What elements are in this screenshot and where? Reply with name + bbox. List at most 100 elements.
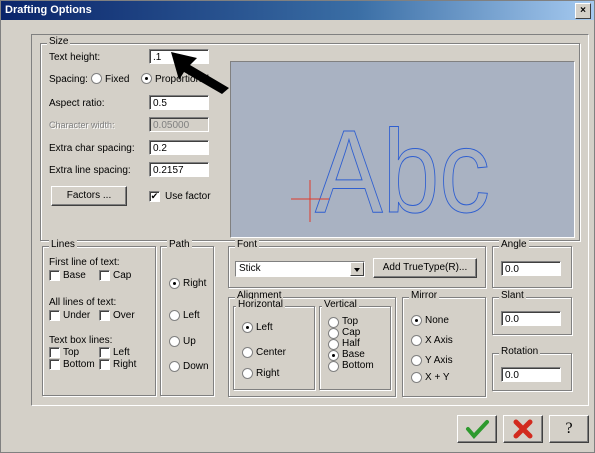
font-group: Font Stick Add TrueType(R)...	[228, 239, 486, 288]
path-down-radio[interactable]	[169, 361, 180, 372]
slant-legend: Slant	[499, 290, 526, 301]
box-top-checkbox[interactable]	[49, 347, 60, 358]
mirror-none-label: None	[425, 315, 449, 326]
mirror-group: Mirror None X Axis Y Axis X + Y	[402, 290, 486, 397]
first-cap-checkbox[interactable]	[99, 270, 110, 281]
use-factor-checkbox[interactable]: ✔	[149, 191, 160, 202]
mirror-xy-label: X + Y	[425, 372, 450, 383]
horizontal-group: Horizontal Left Center Right	[233, 299, 315, 390]
h-left-radio[interactable]	[242, 322, 253, 333]
ok-button[interactable]	[457, 415, 497, 443]
aspect-ratio-input[interactable]: 0.5	[149, 95, 209, 110]
extra-line-spacing-label: Extra line spacing:	[49, 165, 131, 176]
first-base-label: Base	[63, 270, 86, 281]
h-center-radio[interactable]	[242, 347, 253, 358]
add-truetype-button[interactable]: Add TrueType(R)...	[373, 258, 477, 278]
box-bottom-label: Bottom	[63, 359, 95, 370]
v-base-label: Base	[342, 349, 365, 360]
text-preview: Abc	[230, 61, 575, 239]
font-select[interactable]: Stick	[235, 261, 365, 277]
char-width-label: Character width:	[49, 120, 115, 130]
path-up-radio[interactable]	[169, 336, 180, 347]
angle-legend: Angle	[499, 239, 529, 250]
extra-char-spacing-label: Extra char spacing:	[49, 143, 135, 154]
path-down-label: Down	[183, 361, 209, 372]
aspect-ratio-label: Aspect ratio:	[49, 98, 105, 109]
horizontal-legend: Horizontal	[236, 299, 286, 310]
factors-button[interactable]: Factors ...	[51, 186, 127, 206]
path-up-label: Up	[183, 336, 196, 347]
mirror-xy-radio[interactable]	[411, 372, 422, 383]
extra-char-spacing-input[interactable]: 0.2	[149, 140, 209, 155]
over-label: Over	[113, 310, 135, 321]
path-right-radio[interactable]	[169, 278, 180, 289]
rotation-input[interactable]: 0.0	[501, 367, 561, 382]
use-factor-label: Use factor	[165, 191, 211, 202]
v-cap-radio[interactable]	[328, 328, 339, 339]
under-checkbox[interactable]	[49, 310, 60, 321]
angle-group: Angle 0.0	[492, 239, 572, 288]
check-icon	[466, 420, 489, 440]
box-right-checkbox[interactable]	[99, 359, 110, 370]
font-legend: Font	[235, 239, 260, 250]
first-line-label: First line of text:	[49, 257, 120, 268]
box-left-label: Left	[113, 347, 130, 358]
h-right-radio[interactable]	[242, 368, 253, 379]
close-button[interactable]: ×	[575, 3, 591, 19]
size-legend: Size	[47, 36, 71, 47]
extra-line-spacing-input[interactable]: 0.2157	[149, 162, 209, 177]
mirror-y-radio[interactable]	[411, 355, 422, 366]
cancel-button[interactable]	[503, 415, 543, 443]
path-group: Path Right Left Up Down	[160, 239, 214, 396]
path-left-radio[interactable]	[169, 310, 180, 321]
v-bottom-radio[interactable]	[328, 361, 339, 372]
close-icon: ×	[580, 5, 586, 16]
mirror-y-label: Y Axis	[425, 355, 453, 366]
path-left-label: Left	[183, 310, 200, 321]
mirror-x-radio[interactable]	[411, 335, 422, 346]
box-left-checkbox[interactable]	[99, 347, 110, 358]
mirror-x-label: X Axis	[425, 335, 453, 346]
box-top-label: Top	[63, 347, 80, 358]
drafting-options-dialog: Drafting Options × Size Text height: .1 …	[0, 0, 595, 453]
first-base-checkbox[interactable]	[49, 270, 60, 281]
preview-canvas: Abc	[291, 106, 491, 239]
chevron-down-icon[interactable]	[350, 262, 364, 276]
h-left-label: Left	[256, 322, 273, 333]
over-checkbox[interactable]	[99, 310, 110, 321]
text-box-lines-label: Text box lines:	[49, 335, 113, 346]
help-button[interactable]: ?	[549, 415, 589, 443]
vertical-group: Vertical Top Cap Half Base Bottom	[319, 299, 391, 390]
spacing-fixed-radio[interactable]	[91, 73, 102, 84]
v-base-radio[interactable]	[328, 350, 339, 361]
mirror-legend: Mirror	[409, 290, 440, 301]
slant-input[interactable]: 0.0	[501, 311, 561, 326]
h-center-label: Center	[256, 347, 287, 358]
title-bar[interactable]: Drafting Options ×	[1, 1, 594, 20]
mirror-none-radio[interactable]	[411, 315, 422, 326]
under-label: Under	[63, 310, 91, 321]
v-half-radio[interactable]	[328, 339, 339, 350]
box-bottom-checkbox[interactable]	[49, 359, 60, 370]
slant-group: Slant 0.0	[492, 290, 572, 335]
options-panel: Size Text height: .1 Spacing: Fixed Prop…	[31, 34, 589, 406]
vertical-legend: Vertical	[322, 299, 359, 310]
rotation-group: Rotation 0.0	[492, 346, 572, 391]
v-top-radio[interactable]	[328, 317, 339, 328]
rotation-legend: Rotation	[499, 346, 541, 357]
all-lines-label: All lines of text:	[49, 297, 117, 308]
lines-legend: Lines	[49, 239, 77, 250]
first-cap-label: Cap	[113, 270, 132, 281]
h-right-label: Right	[256, 368, 280, 379]
spacing-fixed-label: Fixed	[105, 74, 130, 85]
v-top-label: Top	[342, 316, 359, 327]
v-bottom-label: Bottom	[342, 360, 374, 371]
angle-input[interactable]: 0.0	[501, 261, 561, 276]
char-width-input: 0.05000	[149, 117, 209, 132]
spacing-proportional-radio[interactable]	[141, 73, 152, 84]
spacing-label: Spacing:	[49, 74, 88, 85]
alignment-group: Alignment Horizontal Left Center Right V…	[228, 290, 396, 397]
font-selected: Stick	[239, 263, 261, 274]
text-height-label: Text height:	[49, 52, 101, 63]
window-title: Drafting Options	[5, 4, 92, 16]
